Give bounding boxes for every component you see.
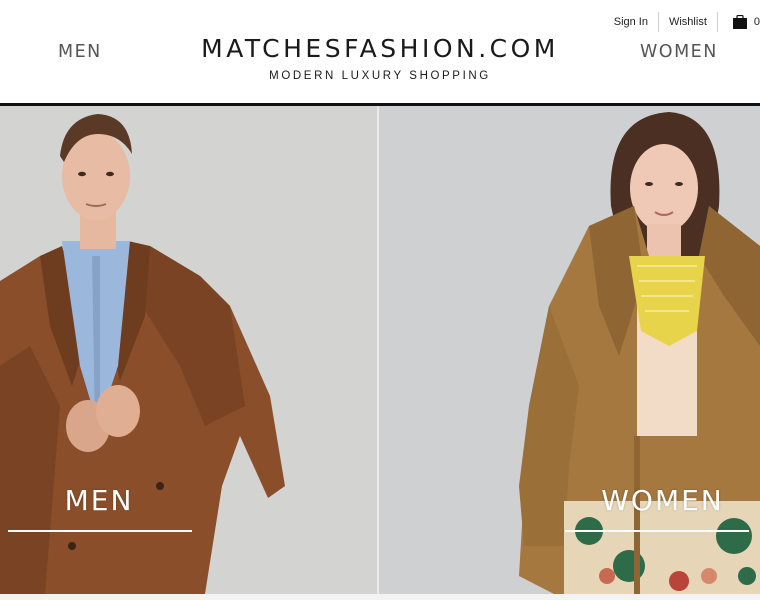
sign-in-link[interactable]: Sign In	[604, 12, 658, 32]
hero-men-label[interactable]: MEN	[0, 484, 198, 517]
logo-title: MATCHESFASHION.COM	[201, 34, 559, 63]
hero-women-underline	[565, 530, 749, 532]
page-footer-strip	[0, 594, 760, 600]
hero-men-underline	[8, 530, 192, 532]
hero-women-label[interactable]: WOMEN	[565, 484, 760, 517]
wishlist-link[interactable]: Wishlist	[659, 12, 717, 32]
women-model-image	[379, 106, 760, 594]
site-logo[interactable]: MATCHESFASHION.COM MODERN LUXURY SHOPPIN…	[0, 34, 760, 83]
shopping-bag-icon	[732, 15, 748, 29]
hero-women-panel[interactable]: WOMEN	[379, 106, 760, 594]
men-model-image	[0, 106, 379, 594]
shopping-bag-button[interactable]: 0	[718, 15, 760, 29]
logo-subtitle: MODERN LUXURY SHOPPING	[269, 70, 491, 82]
bag-count: 0	[753, 16, 760, 28]
site-header: Sign In Wishlist 0 MEN WOMEN MATCHESFASH…	[0, 0, 760, 103]
utility-bar: Sign In Wishlist 0	[604, 12, 760, 32]
hero-men-panel[interactable]: MEN	[0, 106, 379, 594]
